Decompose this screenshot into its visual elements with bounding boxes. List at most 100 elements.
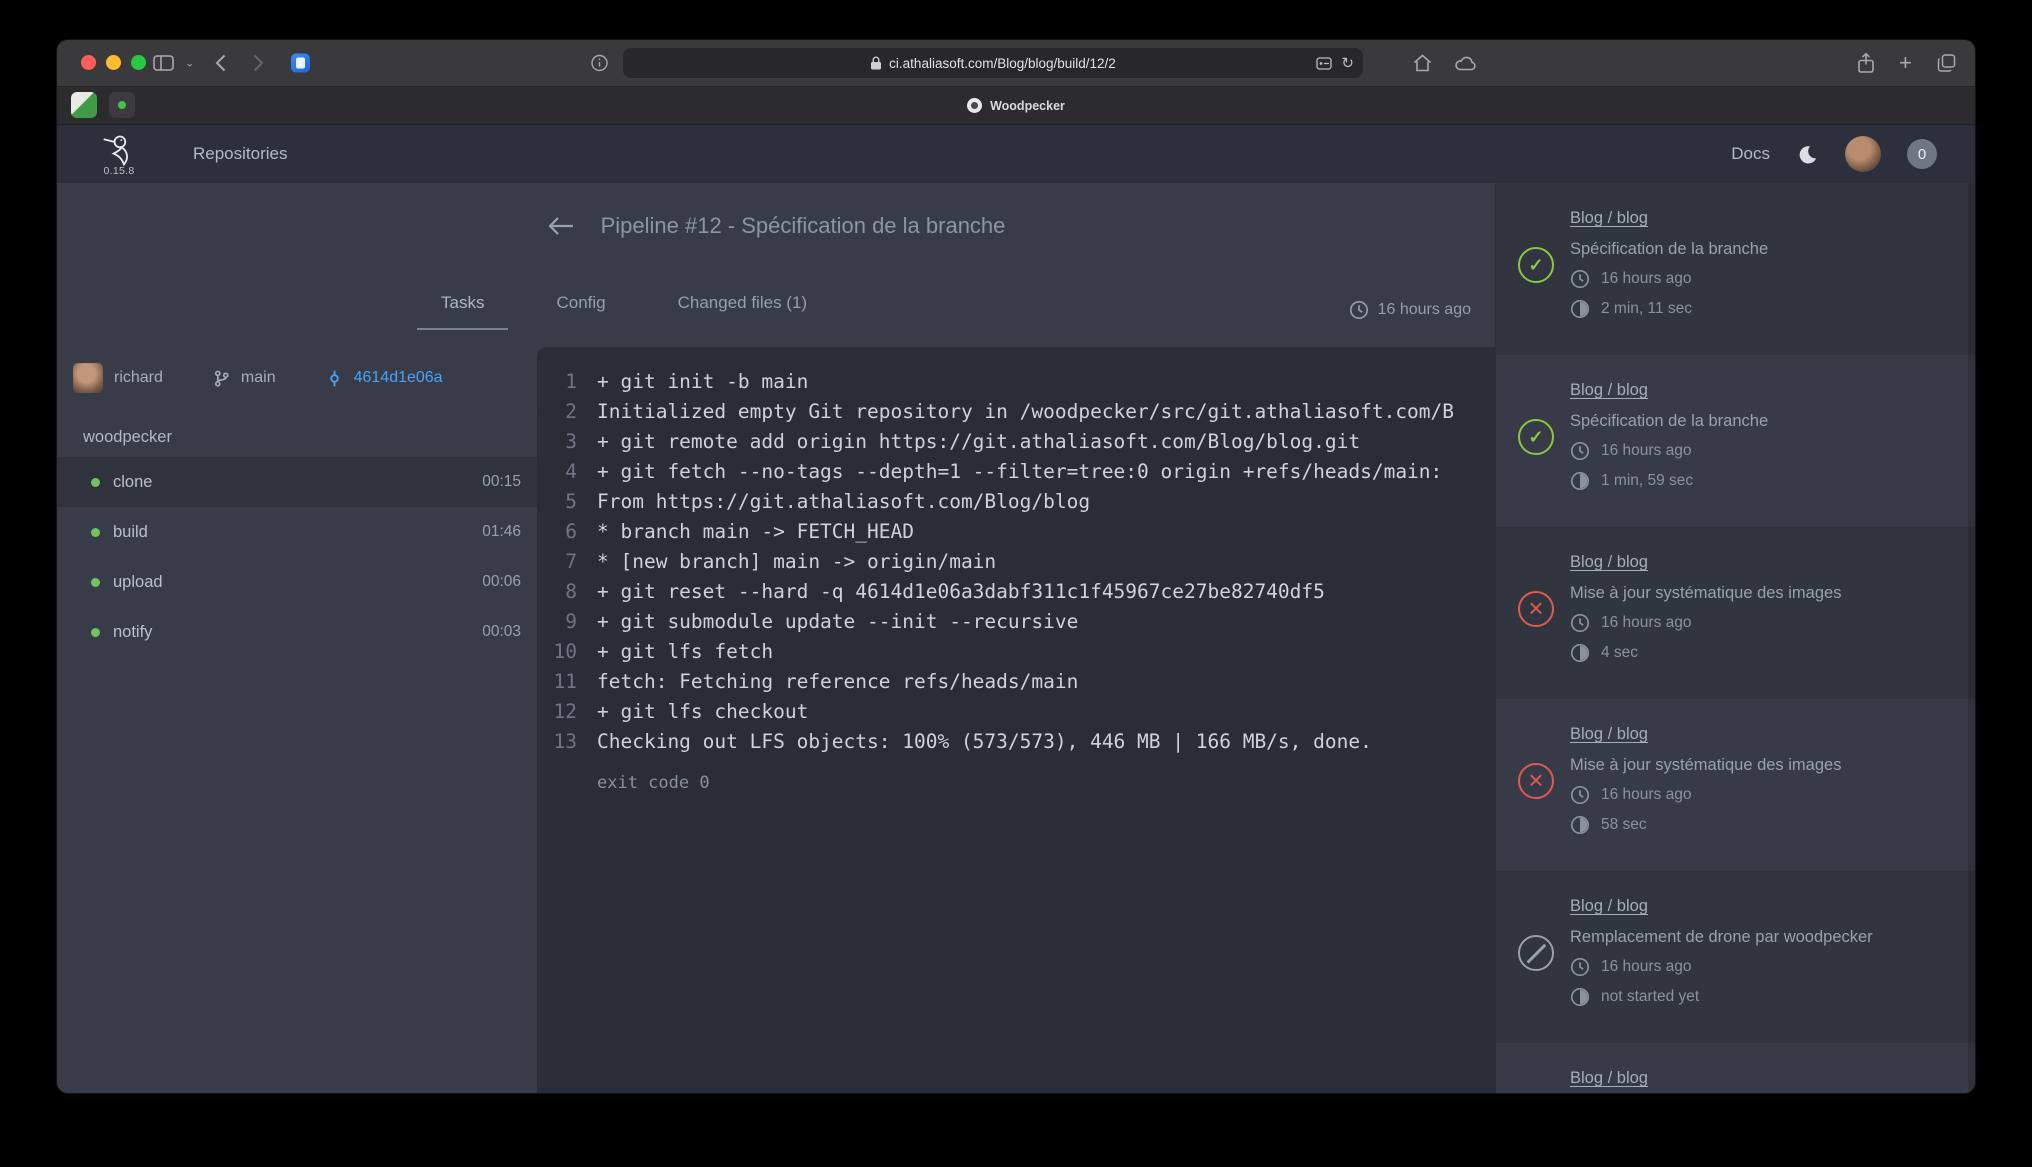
build-list-item[interactable]: × Blog / blog Mise à jour systématique d… [1496, 699, 1975, 871]
log-line: 5 From https://git.athaliasoft.com/Blog/… [537, 487, 1495, 517]
build-list-item[interactable]: Blog / blog [1496, 1043, 1975, 1093]
build-repo-link[interactable]: Blog / blog [1570, 553, 1648, 572]
log-panel[interactable]: 1 + git init -b main 2 Initialized empty… [537, 347, 1495, 1093]
tab-overview-icon[interactable] [1937, 54, 1956, 73]
log-line-text: + git lfs checkout [597, 697, 808, 727]
close-window-button[interactable] [81, 55, 96, 70]
recent-builds-sidebar[interactable]: ✓ Blog / blog Spécification de la branch… [1495, 183, 1975, 1093]
build-list-item[interactable]: × Blog / blog Mise à jour systématique d… [1496, 527, 1975, 699]
clock-icon [1570, 613, 1590, 633]
steps-list: clone 00:15 build 01:46 upload 00:06 not… [57, 457, 537, 657]
build-duration-row: 58 sec [1570, 815, 1953, 835]
build-status-icon: ✓ [1518, 419, 1554, 455]
pipeline-title: Pipeline #12 - Spécification de la branc… [601, 213, 1006, 239]
nav-repositories-link[interactable]: Repositories [193, 144, 288, 164]
log-line: 6 * branch main -> FETCH_HEAD [537, 517, 1495, 547]
build-time-row: 16 hours ago [1570, 785, 1953, 805]
woodpecker-logo[interactable]: 0.15.8 [91, 132, 147, 177]
log-line-number: 3 [537, 427, 577, 457]
build-status-icon [1518, 935, 1554, 971]
browser-titlebar[interactable]: ⌄ ci.athaliasoft.com/Blog/blog/build/12/… [57, 40, 1975, 87]
log-line: 9 + git submodule update --init --recurs… [537, 607, 1495, 637]
nav-docs-link[interactable]: Docs [1731, 144, 1770, 164]
log-line-number: 11 [537, 667, 577, 697]
build-repo-link[interactable]: Blog / blog [1570, 209, 1648, 228]
log-line-number: 2 [537, 397, 577, 427]
build-time-row: 16 hours ago [1570, 957, 1953, 977]
log-line-number: 10 [537, 637, 577, 667]
build-list-item[interactable]: ✓ Blog / blog Spécification de la branch… [1496, 183, 1975, 355]
minimize-window-button[interactable] [106, 55, 121, 70]
back-arrow-icon[interactable] [547, 214, 575, 238]
log-line: 13 Checking out LFS objects: 100% (573/5… [537, 727, 1495, 757]
forward-nav-icon[interactable] [253, 54, 264, 72]
step-duration: 01:46 [482, 523, 521, 541]
log-line: 7 * [new branch] main -> origin/main [537, 547, 1495, 577]
reload-icon[interactable]: ↻ [1341, 56, 1354, 71]
chevron-down-icon[interactable]: ⌄ [185, 57, 194, 70]
build-message: Mise à jour systématique des images [1570, 584, 1953, 603]
build-repo-link[interactable]: Blog / blog [1570, 381, 1648, 400]
notification-counter-badge[interactable]: 0 [1907, 139, 1937, 169]
pipeline-main: Pipeline #12 - Spécification de la branc… [57, 183, 1495, 1093]
log-line: 3 + git remote add origin https://git.at… [537, 427, 1495, 457]
step-name: notify [113, 623, 482, 642]
log-line-number: 9 [537, 607, 577, 637]
log-line: 8 + git reset --hard -q 4614d1e06a3dabf3… [537, 577, 1495, 607]
content-blocker-icon[interactable] [1316, 57, 1332, 70]
build-time-row: 16 hours ago [1570, 269, 1953, 289]
log-line-number: 7 [537, 547, 577, 577]
workflow-group-label: woodpecker [83, 428, 537, 447]
user-avatar[interactable] [1845, 136, 1881, 172]
commit-ref: 4614d1e06a [326, 369, 443, 387]
workflow-step[interactable]: upload 00:06 [57, 557, 537, 607]
cloud-icon[interactable] [1455, 55, 1477, 71]
log-line-text: + git init -b main [597, 367, 808, 397]
build-repo-link[interactable]: Blog / blog [1570, 1069, 1648, 1088]
toolbar-app-icon[interactable] [291, 54, 310, 73]
clock-icon [1570, 441, 1590, 461]
woodpecker-favicon [967, 98, 982, 113]
lock-icon [870, 56, 882, 70]
workflow-step[interactable]: build 01:46 [57, 507, 537, 557]
build-time-row: 16 hours ago [1570, 441, 1953, 461]
log-line-text: + git fetch --no-tags --depth=1 --filter… [597, 457, 1442, 487]
author-name: richard [114, 369, 163, 387]
page-info-icon[interactable] [591, 55, 608, 72]
address-bar[interactable]: ci.athaliasoft.com/Blog/blog/build/12/2 … [623, 48, 1363, 78]
build-list-item[interactable]: ✓ Blog / blog Spécification de la branch… [1496, 355, 1975, 527]
home-icon[interactable] [1413, 54, 1432, 72]
duration-icon [1570, 987, 1590, 1007]
zoom-window-button[interactable] [131, 55, 146, 70]
log-line-text: + git remote add origin https://git.atha… [597, 427, 1360, 457]
workflow-step[interactable]: notify 00:03 [57, 607, 537, 657]
log-line-text: + git lfs fetch [597, 637, 773, 667]
pipeline-tab[interactable]: Config [532, 287, 629, 330]
build-repo-link[interactable]: Blog / blog [1570, 725, 1648, 744]
share-icon[interactable] [1857, 53, 1875, 74]
log-line-number: 5 [537, 487, 577, 517]
build-repo-link[interactable]: Blog / blog [1570, 897, 1648, 916]
pipeline-tab[interactable]: Tasks [417, 287, 508, 330]
log-line: 4 + git fetch --no-tags --depth=1 --filt… [537, 457, 1495, 487]
build-duration-row: 1 min, 59 sec [1570, 471, 1953, 491]
step-status-dot [91, 478, 100, 487]
log-line-text: + git submodule update --init --recursiv… [597, 607, 1078, 637]
workflow-step[interactable]: clone 00:15 [57, 457, 537, 507]
sidebar-toggle-icon[interactable] [153, 55, 174, 72]
active-tab[interactable]: Woodpecker [57, 87, 1975, 124]
pipeline-tabs: TasksConfigChanged files (1) 16 hours ag… [57, 269, 1495, 347]
build-list-item[interactable]: Blog / blog Remplacement de drone par wo… [1496, 871, 1975, 1043]
commit-hash-link[interactable]: 4614d1e06a [354, 369, 443, 387]
pipeline-tab[interactable]: Changed files (1) [654, 287, 831, 330]
duration-icon [1570, 815, 1590, 835]
duration-icon [1570, 643, 1590, 663]
dark-mode-toggle-icon[interactable] [1796, 143, 1819, 166]
step-status-dot [91, 528, 100, 537]
new-tab-icon[interactable]: + [1899, 50, 1912, 76]
build-duration-row: 4 sec [1570, 643, 1953, 663]
app-navbar: 0.15.8 Repositories Docs 0 [57, 125, 1975, 183]
commit-author: richard [73, 363, 163, 393]
pipeline-header: Pipeline #12 - Spécification de la branc… [57, 183, 1495, 269]
back-nav-icon[interactable] [215, 54, 226, 72]
